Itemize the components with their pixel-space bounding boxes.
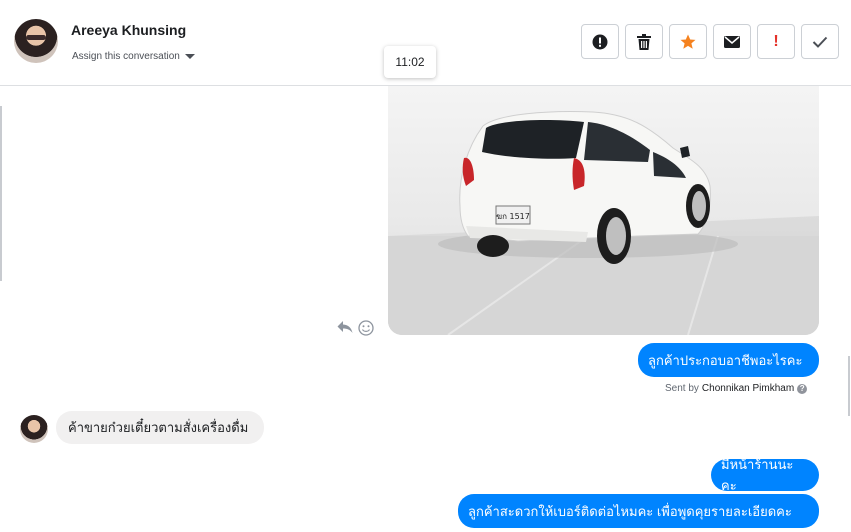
mark-done-button[interactable] (801, 24, 839, 59)
exclamation-icon: ! (773, 32, 779, 50)
license-plate: ฆก 1517 (496, 212, 530, 221)
scrollbar-left[interactable] (0, 106, 2, 281)
outgoing-message[interactable]: ลูกค้าสะดวกให้เบอร์ติดต่อไหมคะ เพื่อพูดค… (458, 494, 819, 528)
help-icon[interactable]: ? (797, 383, 808, 394)
delete-button[interactable] (625, 24, 663, 59)
check-icon (812, 36, 828, 48)
car-photo: ฆก 1517 (388, 111, 819, 335)
mark-spam-button[interactable] (581, 24, 619, 59)
outgoing-message[interactable]: ลูกค้าประกอบอาชีพอะไรคะ (638, 343, 819, 377)
timestamp-tooltip: 11:02 (384, 46, 436, 78)
conversation-actions: ! (581, 24, 839, 59)
trash-icon (637, 33, 651, 50)
star-button[interactable] (669, 24, 707, 59)
assign-conversation-dropdown[interactable]: Assign this conversation (72, 51, 195, 62)
contact-name[interactable]: Areeya Khunsing (71, 22, 186, 38)
assign-label: Assign this conversation (72, 51, 180, 62)
reply-icon[interactable] (337, 320, 353, 334)
flag-important-button[interactable]: ! (757, 24, 795, 59)
emoji-reaction-icon[interactable] (358, 320, 374, 336)
caret-down-icon (184, 54, 195, 59)
car-photo-attachment[interactable]: ฆก 1517 (388, 86, 819, 335)
envelope-icon (724, 35, 740, 48)
scrollbar-right[interactable] (848, 356, 850, 416)
exclamation-circle-icon (592, 34, 608, 49)
outgoing-message[interactable]: มีหน้าร้านนะคะ (711, 457, 819, 493)
sent-by-prefix: Sent by (665, 383, 699, 394)
incoming-message[interactable]: ค้าขายก๋วยเตี๋ยวตามสั่งเครื่องดื่ม (56, 411, 264, 444)
star-icon (680, 34, 696, 49)
contact-avatar-small[interactable] (20, 415, 48, 443)
contact-avatar[interactable] (14, 19, 58, 63)
sent-by-name[interactable]: Chonnikan Pimkham (702, 383, 794, 394)
sent-by-label: Sent by Chonnikan Pimkham ? (665, 383, 808, 394)
email-button[interactable] (713, 24, 751, 59)
